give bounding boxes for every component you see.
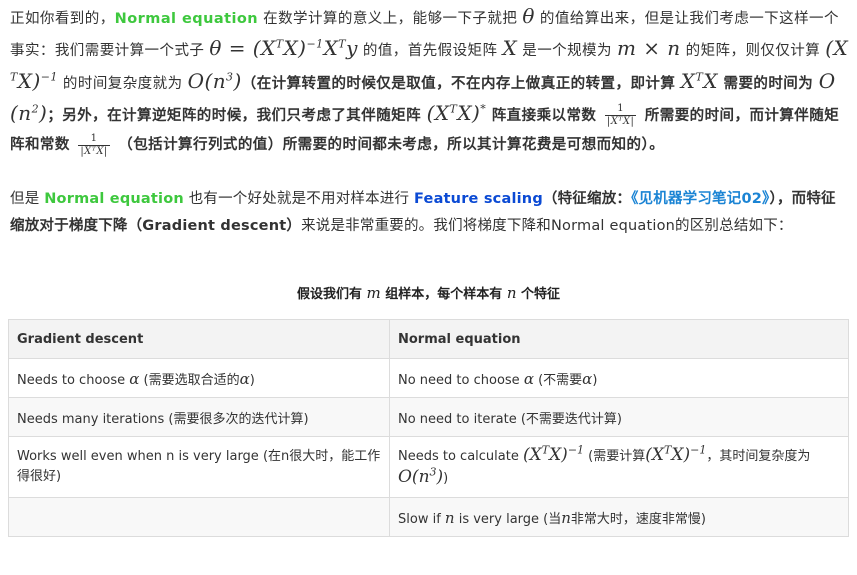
- paragraph-feature-scaling: 但是 Normal equation 也有一个好处就是不用对样本进行 Featu…: [10, 191, 836, 234]
- paragraph-complexity: 正如你看到的，Normal equation 在数学计算的意义上，能够一下子就把…: [10, 4, 849, 157]
- table-row: Works well even when n is very large (在n…: [8, 436, 849, 498]
- feature-scaling-highlight: Feature scaling: [414, 191, 543, 207]
- cell-many-iterations: Needs many iterations (需要很多次的迭代计算): [8, 397, 390, 437]
- comparison-table: Gradient descent Normal equation Needs t…: [8, 319, 849, 537]
- cell-no-alpha: No need to choose α (不需要α): [389, 358, 849, 398]
- table-row: Slow if n is very large (当n非常大时，速度非常慢): [8, 497, 849, 537]
- ml-notes-02-link[interactable]: 《见机器学习笔记02》: [631, 191, 769, 207]
- normal-equation-highlight: Normal equation: [114, 11, 259, 27]
- fraction-inverse-det: 1 |XᵀX|: [604, 103, 637, 128]
- header-gradient-descent: Gradient descent: [8, 319, 390, 359]
- formula-theta: θ = (XTX)−1XTy: [209, 36, 358, 61]
- table-row: Needs many iterations (需要很多次的迭代计算) No ne…: [8, 397, 849, 437]
- cell-no-iterate: No need to iterate (不需要迭代计算): [389, 397, 849, 437]
- gradient-descent-bold: 梯度下降（Gradient descent）: [68, 218, 302, 234]
- table-row: Needs to choose α (需要选取合适的α) No need to …: [8, 358, 849, 398]
- cell-empty: [8, 497, 390, 537]
- table-caption: 假设我们有 m 组样本，每个样本有 n 个特征: [296, 284, 561, 302]
- table-header-row: Gradient descent Normal equation: [8, 319, 849, 359]
- cell-works-large-n: Works well even when n is very large (在n…: [8, 436, 390, 498]
- normal-equation-highlight-2: Normal equation: [44, 191, 184, 207]
- header-normal-equation: Normal equation: [389, 319, 849, 359]
- cell-calc-inverse: Needs to calculate (XTX)−1 (需要计算(XTX)−1，…: [389, 436, 849, 498]
- cell-slow-large-n: Slow if n is very large (当n非常大时，速度非常慢): [389, 497, 849, 537]
- cell-choose-alpha: Needs to choose α (需要选取合适的α): [8, 358, 390, 398]
- formula-o-n3: O(n3): [187, 68, 242, 93]
- fraction-inverse-det-2: 1 |XᵀX|: [78, 132, 110, 157]
